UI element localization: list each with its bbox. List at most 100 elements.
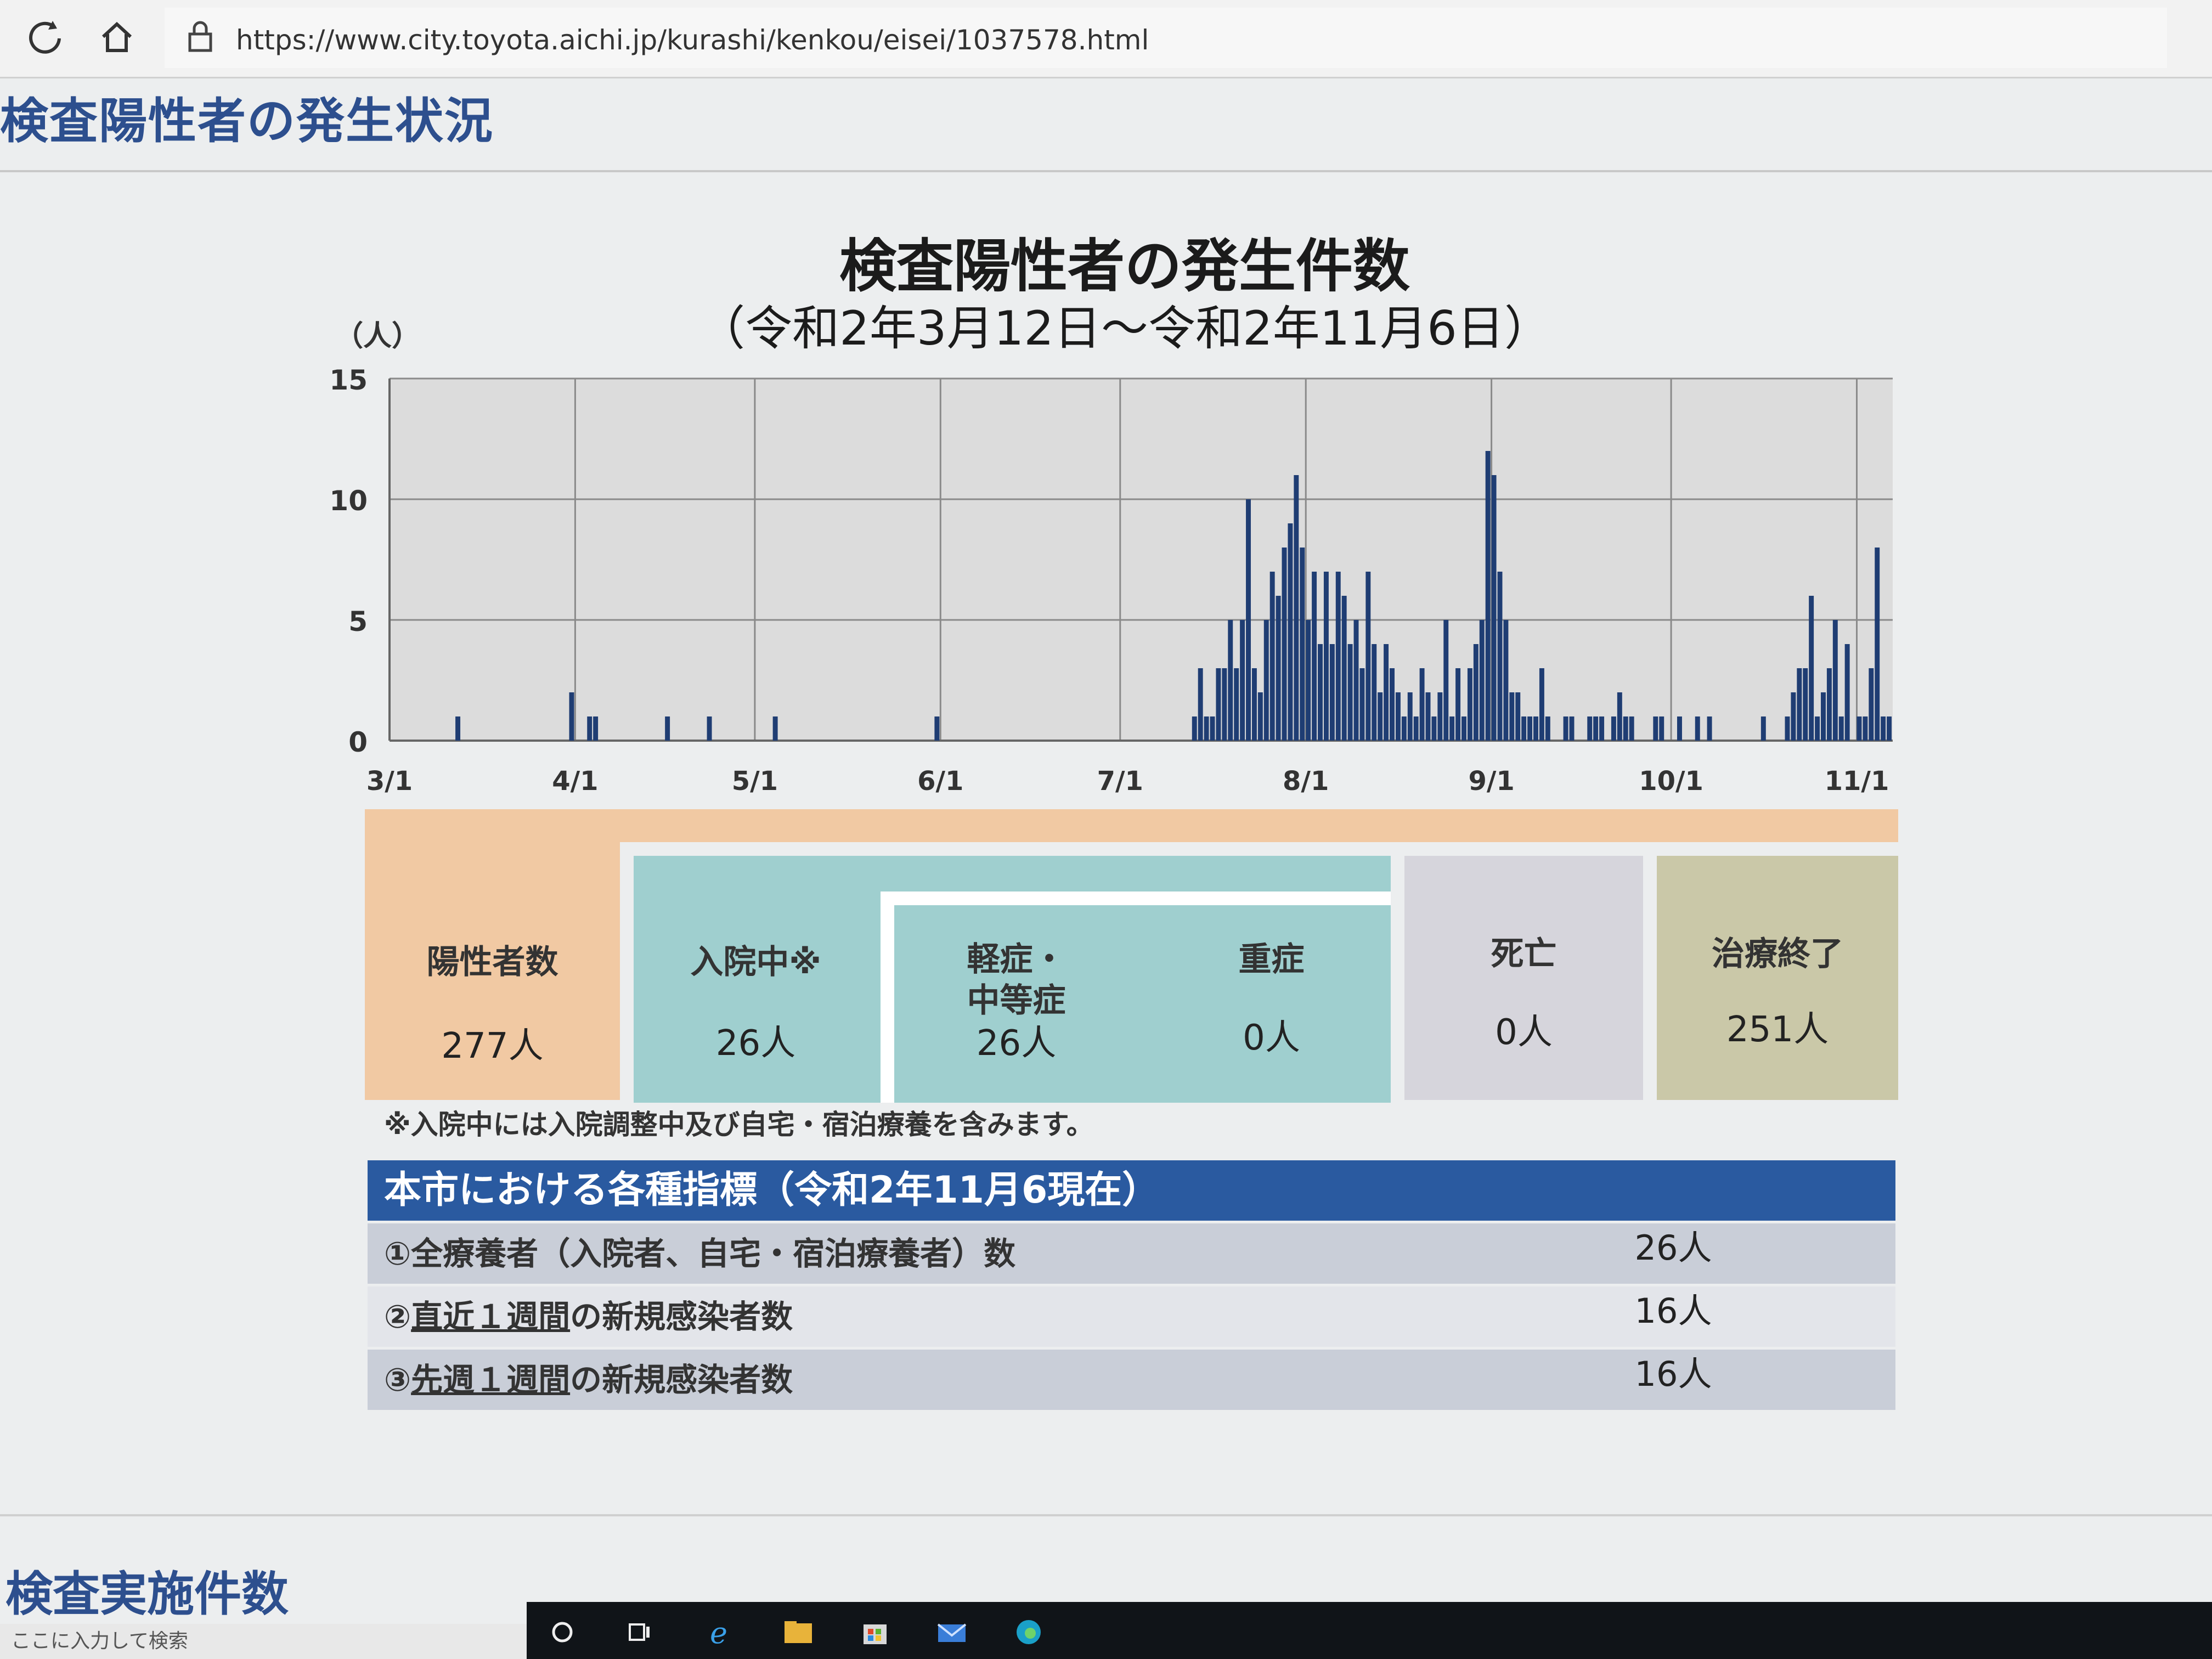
bar <box>1353 620 1359 741</box>
positive-label: 陽性者数 <box>426 943 558 981</box>
bar <box>1263 620 1269 741</box>
bar <box>1695 716 1700 741</box>
bar <box>587 716 592 741</box>
indicator-label: ①全療養者（入院者、自宅・宿泊療養者）数 <box>384 1235 1016 1272</box>
bar <box>1222 668 1227 741</box>
bar <box>1503 620 1509 741</box>
x-tick-label: 5/1 <box>732 766 778 797</box>
bar <box>1395 692 1401 741</box>
bar <box>1491 475 1497 741</box>
bar <box>1659 716 1664 741</box>
positive-count-box: 陽性者数 277人 <box>365 809 620 1100</box>
bar <box>1198 668 1203 741</box>
bar <box>1312 572 1317 741</box>
bar <box>1653 716 1658 741</box>
bar <box>1240 620 1245 741</box>
bar <box>1443 620 1449 741</box>
bar <box>1838 716 1844 741</box>
bar <box>1539 668 1544 741</box>
bar <box>1599 716 1605 741</box>
url-text[interactable]: https://www.city.toyota.aichi.jp/kurashi… <box>236 24 1149 56</box>
cortana-icon[interactable] <box>543 1616 582 1649</box>
lock-icon <box>188 21 212 52</box>
browser-toolbar: https://www.city.toyota.aichi.jp/kurashi… <box>0 0 2212 78</box>
death-label: 死亡 <box>1491 935 1557 973</box>
ie-icon[interactable]: e <box>699 1616 738 1649</box>
store-icon[interactable] <box>856 1616 894 1649</box>
bar <box>1844 644 1850 741</box>
bar <box>1282 548 1287 741</box>
table-row: ②直近１週間の新規感染者数 16人 <box>368 1286 1895 1347</box>
mild-label-line1: 軽症・ <box>967 940 1066 979</box>
death-value: 0人 <box>1495 1012 1553 1053</box>
bar <box>1479 620 1485 741</box>
bar <box>1533 716 1538 741</box>
hospitalized-value: 26人 <box>715 1023 796 1064</box>
y-tick-label: 10 <box>329 485 368 517</box>
bar <box>1228 620 1233 741</box>
bar <box>1257 692 1263 741</box>
bar <box>1563 716 1568 741</box>
bar <box>1329 644 1335 741</box>
bar <box>1384 644 1389 741</box>
bar <box>1341 596 1347 741</box>
x-tick-label: 7/1 <box>1097 766 1143 797</box>
bar <box>1234 668 1239 741</box>
bar <box>1449 716 1455 741</box>
bar <box>1797 668 1802 741</box>
indicator-label: ③先週１週間の新規感染者数 <box>368 1350 1446 1410</box>
bar <box>1785 716 1790 741</box>
bar <box>1881 716 1886 741</box>
bar <box>1276 596 1281 741</box>
bar <box>1863 716 1868 741</box>
address-bar[interactable]: https://www.city.toyota.aichi.jp/kurashi… <box>165 8 2167 68</box>
hospitalized-label: 入院中※ <box>690 943 821 981</box>
refresh-icon[interactable] <box>21 12 70 61</box>
bar <box>1419 668 1425 741</box>
bar <box>1593 716 1599 741</box>
severe-value: 0人 <box>1243 1018 1300 1058</box>
bar <box>1629 716 1634 741</box>
bar <box>1455 668 1461 741</box>
taskbar-search-input[interactable]: ここに入力して検索 <box>0 1624 527 1659</box>
bar <box>1527 716 1533 741</box>
bar <box>1204 716 1209 741</box>
home-icon[interactable] <box>92 12 142 61</box>
bar <box>1431 716 1437 741</box>
table-row: ①全療養者（入院者、自宅・宿泊療養者）数 26人 <box>368 1223 1895 1284</box>
y-tick-label: 0 <box>348 726 368 758</box>
bar <box>1587 716 1593 741</box>
y-tick-label: 5 <box>348 606 368 637</box>
bar <box>1803 668 1808 741</box>
hospitalized-footnote: ※入院中には入院調整中及び自宅・宿泊療養を含みます。 <box>384 1109 1094 1141</box>
task-view-icon[interactable] <box>620 1616 658 1649</box>
x-tick-label: 9/1 <box>1468 766 1514 797</box>
bar <box>1210 716 1215 741</box>
bar <box>1390 668 1395 741</box>
bar <box>1887 716 1892 741</box>
bar <box>1760 716 1766 741</box>
recent-week-link[interactable]: 直近１週間 <box>411 1298 570 1335</box>
positive-value: 277人 <box>441 1026 544 1066</box>
bar <box>1815 716 1820 741</box>
mild-box: 軽症・ 中等症 26人 <box>894 905 1138 1100</box>
severe-box: 重症 0人 <box>1152 905 1391 1100</box>
x-tick-label: 11/1 <box>1825 766 1889 797</box>
bar <box>1869 668 1874 741</box>
section-title: 検査陽性者の発生状況 <box>0 93 494 149</box>
bar <box>772 716 778 741</box>
last-week-link[interactable]: 先週１週間 <box>411 1361 570 1398</box>
bar <box>1497 572 1503 741</box>
recovered-value: 251人 <box>1726 1009 1829 1050</box>
bar <box>1545 716 1550 741</box>
bar <box>1473 644 1479 741</box>
mail-icon[interactable] <box>933 1616 971 1649</box>
plot-area <box>390 379 1893 741</box>
bar <box>1611 716 1616 741</box>
death-box: 死亡 0人 <box>1404 856 1643 1100</box>
bar <box>1269 572 1275 741</box>
file-explorer-icon[interactable] <box>779 1616 817 1649</box>
edge-icon[interactable] <box>1009 1616 1048 1649</box>
bar <box>1677 716 1682 741</box>
indicator-number: ③ <box>384 1361 411 1398</box>
